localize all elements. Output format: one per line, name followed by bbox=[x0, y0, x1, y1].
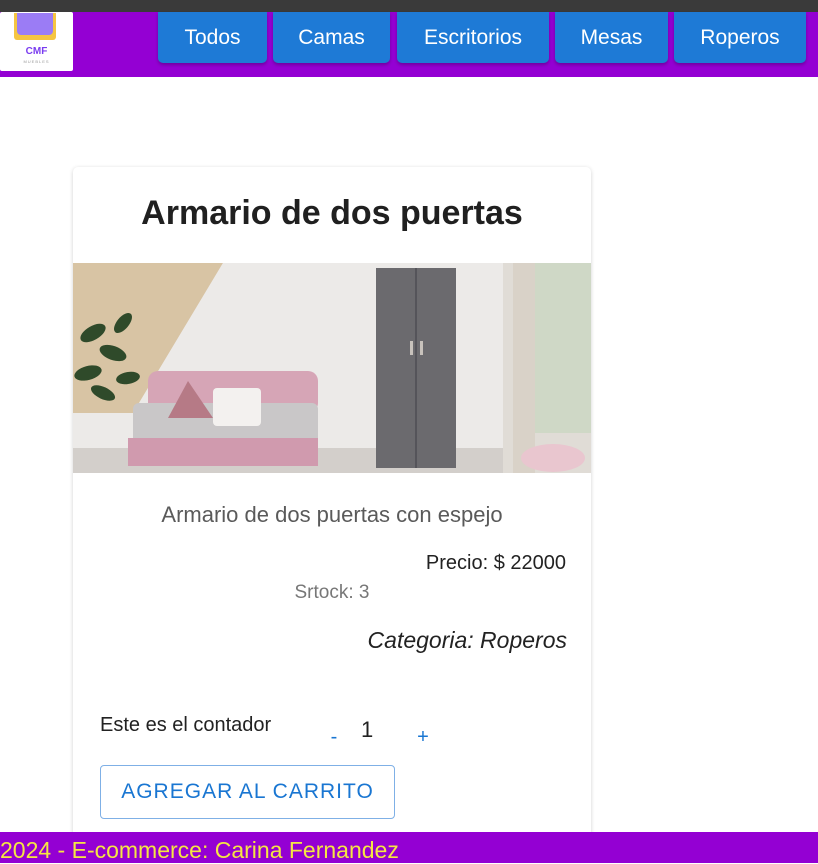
counter-value: 1 bbox=[361, 717, 374, 742]
counter-label: Este es el contador bbox=[100, 714, 272, 736]
product-category: Categoria: Roperos bbox=[367, 627, 567, 653]
add-to-cart-button[interactable]: AGREGAR AL CARRITO bbox=[100, 765, 395, 819]
nav-button-escritorios[interactable]: Escritorios bbox=[397, 12, 549, 63]
product-price: Precio: $ 22000 bbox=[425, 552, 566, 574]
product-stock: Srtock: 3 bbox=[294, 582, 370, 603]
sofa-icon bbox=[14, 13, 56, 40]
nav-button-roperos[interactable]: Roperos bbox=[674, 12, 806, 63]
footer-text: 2024 - E-commerce: Carina Fernandez bbox=[0, 837, 399, 863]
nav-button-mesas[interactable]: Mesas bbox=[555, 12, 668, 63]
logo-brand: CMF bbox=[25, 46, 48, 57]
logo-subtitle: MUEBLES bbox=[23, 59, 50, 64]
increment-button[interactable]: + bbox=[414, 726, 432, 749]
decrement-button[interactable]: - bbox=[327, 726, 341, 749]
product-title: Armario de dos puertas bbox=[141, 194, 523, 232]
logo[interactable]: CMF MUEBLES bbox=[0, 12, 73, 71]
nav-button-todos[interactable]: Todos bbox=[158, 12, 267, 63]
product-description: Armario de dos puertas con espejo bbox=[161, 502, 503, 527]
nav-button-camas[interactable]: Camas bbox=[273, 12, 390, 63]
top-strip bbox=[0, 0, 818, 12]
product-image bbox=[73, 263, 591, 473]
